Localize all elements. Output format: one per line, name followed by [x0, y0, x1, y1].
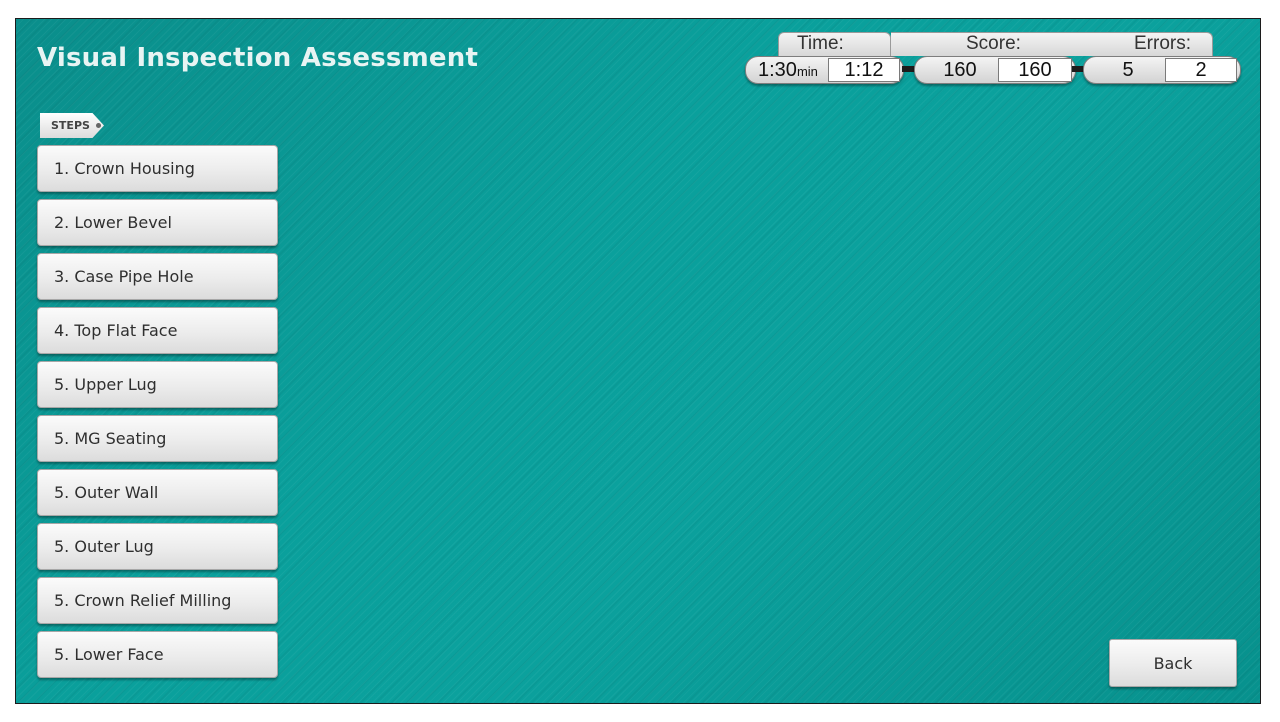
time-limit: 1:30min	[758, 57, 824, 85]
steps-tag: STEPS	[40, 113, 104, 138]
page-title: Visual Inspection Assessment	[37, 43, 479, 73]
back-button[interactable]: Back	[1109, 639, 1237, 687]
step-button[interactable]: 5. Outer Wall	[37, 469, 278, 516]
dot-icon	[95, 122, 101, 128]
time-limit-value: 1:30	[758, 59, 797, 81]
errors-value: 2	[1165, 58, 1237, 82]
step-button[interactable]: 2. Lower Bevel	[37, 199, 278, 246]
step-button[interactable]: 5. Outer Lug	[37, 523, 278, 570]
score-max: 160	[943, 59, 977, 81]
step-list: 1. Crown Housing 2. Lower Bevel 3. Case …	[37, 145, 278, 685]
steps-tag-label: STEPS	[51, 119, 90, 132]
errors-label: Errors:	[1134, 33, 1191, 54]
time-value: 1:12	[828, 58, 900, 82]
step-button[interactable]: 4. Top Flat Face	[37, 307, 278, 354]
step-button[interactable]: 5. MG Seating	[37, 415, 278, 462]
score-value: 160	[998, 58, 1072, 82]
time-limit-unit: min	[796, 64, 818, 79]
app-frame: Visual Inspection Assessment Time: 1:30m…	[15, 18, 1261, 704]
step-button[interactable]: 3. Case Pipe Hole	[37, 253, 278, 300]
step-button[interactable]: 5. Lower Face	[37, 631, 278, 678]
step-button[interactable]: 5. Upper Lug	[37, 361, 278, 408]
errors-max: 5	[1122, 59, 1134, 81]
step-button[interactable]: 1. Crown Housing	[37, 145, 278, 192]
time-label: Time:	[797, 33, 844, 54]
score-label: Score:	[966, 33, 1021, 54]
step-button[interactable]: 5. Crown Relief Milling	[37, 577, 278, 624]
